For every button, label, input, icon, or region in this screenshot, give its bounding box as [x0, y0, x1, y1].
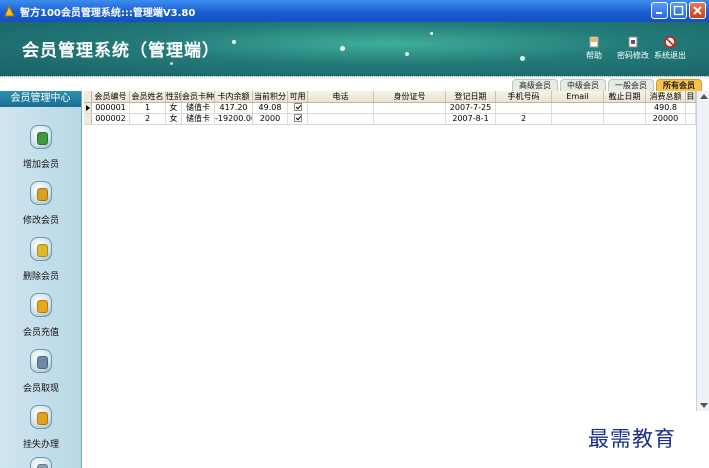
table-row[interactable]: 000001 1 女 储值卡 417.20 49.08 2007-7-25 49… — [84, 103, 696, 114]
table-cell[interactable] — [308, 114, 374, 124]
table-cell[interactable] — [496, 103, 552, 113]
table-cell[interactable] — [604, 103, 646, 113]
sidebar-item-add-member[interactable]: 增加会员 — [0, 125, 81, 170]
help-button[interactable]: 帮助 — [586, 36, 602, 61]
table-cell[interactable] — [374, 114, 446, 124]
col-header[interactable]: 目 — [686, 91, 696, 102]
vertical-scrollbar[interactable] — [696, 91, 709, 411]
app-window: 智方100会员管理系统:::管理端V3.80 会员管理系统（管理端） 帮助 密码… — [0, 0, 709, 468]
tab-regular-members[interactable]: 一般会员 — [608, 79, 654, 91]
table-cell[interactable]: 女 — [166, 114, 182, 124]
tab-all-members[interactable]: 所有会员 — [656, 79, 702, 91]
sidebar-item-recharge[interactable]: 会员充值 — [0, 293, 81, 338]
table-cell[interactable]: 20000 — [646, 114, 686, 124]
available-checkbox[interactable] — [293, 114, 302, 122]
table-cell[interactable]: 490.8 — [646, 103, 686, 113]
table-cell[interactable] — [288, 114, 308, 124]
tab-intermediate-members[interactable]: 中级会员 — [560, 79, 606, 91]
row-indicator-header — [84, 91, 92, 102]
window-title: 智方100会员管理系统:::管理端V3.80 — [20, 7, 196, 19]
scroll-down-icon[interactable] — [700, 403, 708, 408]
table-cell[interactable] — [552, 114, 604, 124]
col-header[interactable]: Email — [552, 91, 604, 102]
table-cell[interactable] — [604, 114, 646, 124]
col-header[interactable]: 当前积分 — [253, 91, 288, 102]
table-cell[interactable]: 1 — [130, 103, 166, 113]
available-checkbox[interactable] — [293, 103, 302, 111]
table-cell[interactable]: 2007-8-1 — [446, 114, 496, 124]
current-row-indicator — [84, 103, 92, 113]
table-cell[interactable]: 储值卡 — [182, 103, 215, 113]
title-bar: 智方100会员管理系统:::管理端V3.80 — [0, 0, 709, 22]
close-icon[interactable] — [689, 2, 706, 19]
col-header[interactable]: 性别 — [166, 91, 182, 102]
col-header[interactable]: 手机号码 — [496, 91, 552, 102]
table-cell[interactable]: 000002 — [92, 114, 130, 124]
table-cell[interactable]: -19200.00 — [215, 114, 253, 124]
password-icon — [628, 36, 638, 48]
sidebar: 会员管理中心 增加会员 修改会员 删除会员 会员充值 会员取现 挂失办理 — [0, 91, 82, 468]
col-header[interactable]: 登记日期 — [446, 91, 496, 102]
col-header[interactable]: 消费总额 — [646, 91, 686, 102]
sidebar-item-delete-member[interactable]: 删除会员 — [0, 237, 81, 282]
more-item-icon — [30, 457, 52, 468]
table-cell[interactable]: 储值卡 — [182, 114, 215, 124]
member-filter-tabs: 高级会员 中级会员 一般会员 所有会员 — [510, 79, 702, 91]
change-password-button[interactable]: 密码修改 — [617, 36, 649, 61]
table-header: 会员编号 会员姓名 性别 会员卡种 卡内余额 当前积分 可用 电话 身份证号 登… — [84, 91, 696, 103]
col-header[interactable]: 可用 — [288, 91, 308, 102]
table-cell[interactable] — [686, 114, 696, 124]
maximize-icon[interactable] — [670, 2, 687, 19]
table-cell[interactable]: 2 — [496, 114, 552, 124]
col-header[interactable]: 截止日期 — [604, 91, 646, 102]
table-cell[interactable]: 2000 — [253, 114, 288, 124]
row-indicator — [84, 114, 92, 124]
col-header[interactable]: 身份证号 — [374, 91, 446, 102]
table-cell[interactable]: 女 — [166, 103, 182, 113]
table-cell[interactable]: 417.20 — [215, 103, 253, 113]
col-header[interactable]: 会员姓名 — [130, 91, 166, 102]
withdraw-icon — [30, 349, 52, 373]
app-title: 会员管理系统（管理端） — [22, 41, 220, 61]
exit-button[interactable]: 系统退出 — [654, 36, 686, 61]
col-header[interactable]: 会员编号 — [92, 91, 130, 102]
col-header[interactable]: 电话 — [308, 91, 374, 102]
table-cell[interactable] — [308, 103, 374, 113]
sidebar-title: 会员管理中心 — [0, 91, 81, 107]
recharge-icon — [30, 293, 52, 317]
member-table: 会员编号 会员姓名 性别 会员卡种 卡内余额 当前积分 可用 电话 身份证号 登… — [84, 91, 696, 468]
scroll-up-icon[interactable] — [700, 94, 708, 99]
sidebar-item-report-loss[interactable]: 挂失办理 — [0, 405, 81, 450]
report-loss-icon — [30, 405, 52, 429]
table-cell[interactable] — [552, 103, 604, 113]
col-header[interactable]: 卡内余额 — [215, 91, 253, 102]
table-cell[interactable] — [686, 103, 696, 113]
sidebar-item-more[interactable] — [0, 457, 81, 468]
table-cell[interactable] — [374, 103, 446, 113]
header-banner: 会员管理系统（管理端） 帮助 密码修改 系统退出 — [0, 22, 709, 76]
sidebar-item-edit-member[interactable]: 修改会员 — [0, 181, 81, 226]
exit-icon — [664, 36, 676, 48]
minimize-icon[interactable] — [651, 2, 668, 19]
help-icon — [589, 36, 599, 48]
table-cell[interactable]: 49.08 — [253, 103, 288, 113]
col-header[interactable]: 会员卡种 — [182, 91, 215, 102]
table-cell[interactable]: 000001 — [92, 103, 130, 113]
table-cell[interactable]: 2007-7-25 — [446, 103, 496, 113]
table-cell[interactable] — [288, 103, 308, 113]
delete-member-icon — [30, 237, 52, 261]
app-icon — [4, 4, 15, 16]
watermark: 最需教育 — [588, 427, 676, 451]
tab-senior-members[interactable]: 高级会员 — [512, 79, 558, 91]
table-row[interactable]: 000002 2 女 储值卡 -19200.00 2000 2007-8-1 2… — [84, 114, 696, 125]
add-member-icon — [30, 125, 52, 149]
sidebar-item-withdraw[interactable]: 会员取现 — [0, 349, 81, 394]
edit-member-icon — [30, 181, 52, 205]
table-cell[interactable]: 2 — [130, 114, 166, 124]
